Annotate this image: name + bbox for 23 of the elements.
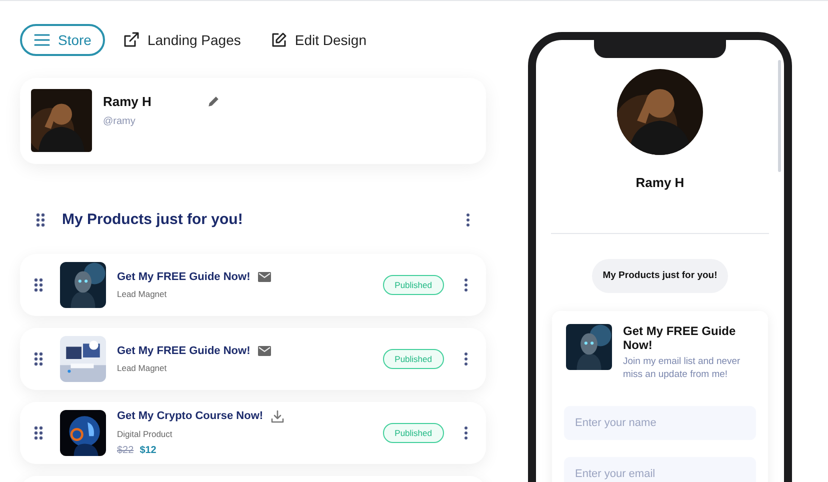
product-title[interactable]: Get My FREE Guide Now! [117, 268, 250, 286]
product-title[interactable]: Get My Crypto Course Now! [117, 408, 264, 425]
input-field[interactable]: Enter your email [564, 456, 756, 482]
product-type: Digital Product [117, 428, 174, 441]
profile-name: Ramy H [636, 174, 684, 192]
lead-title: Get My FREE Guide Now! [623, 324, 737, 352]
profile-name: Ramy H [103, 93, 152, 111]
lead-description: Join my email list and never miss an update from me! [623, 354, 742, 381]
old-price: $22 [117, 444, 134, 458]
status-badge: Published [382, 348, 444, 370]
input-field[interactable]: Enter your name [564, 406, 756, 440]
product-type: Lead Magnet [117, 362, 168, 376]
status-badge: Published [382, 274, 444, 296]
section-title: My Products just for you! [62, 210, 244, 230]
price: $12 [140, 444, 156, 458]
profile-handle: @ramy [103, 114, 136, 128]
status-badge: Published [382, 422, 444, 444]
nav-tab[interactable]: Edit Design [268, 24, 368, 56]
section-pill: My Products just for you! [592, 258, 728, 293]
product-type: Lead Magnet [117, 288, 168, 302]
nav-tab[interactable]: Landing Pages [121, 24, 243, 56]
product-title[interactable]: Get My FREE Guide Now! [117, 342, 250, 360]
nav-tab[interactable]: Store [20, 24, 106, 56]
